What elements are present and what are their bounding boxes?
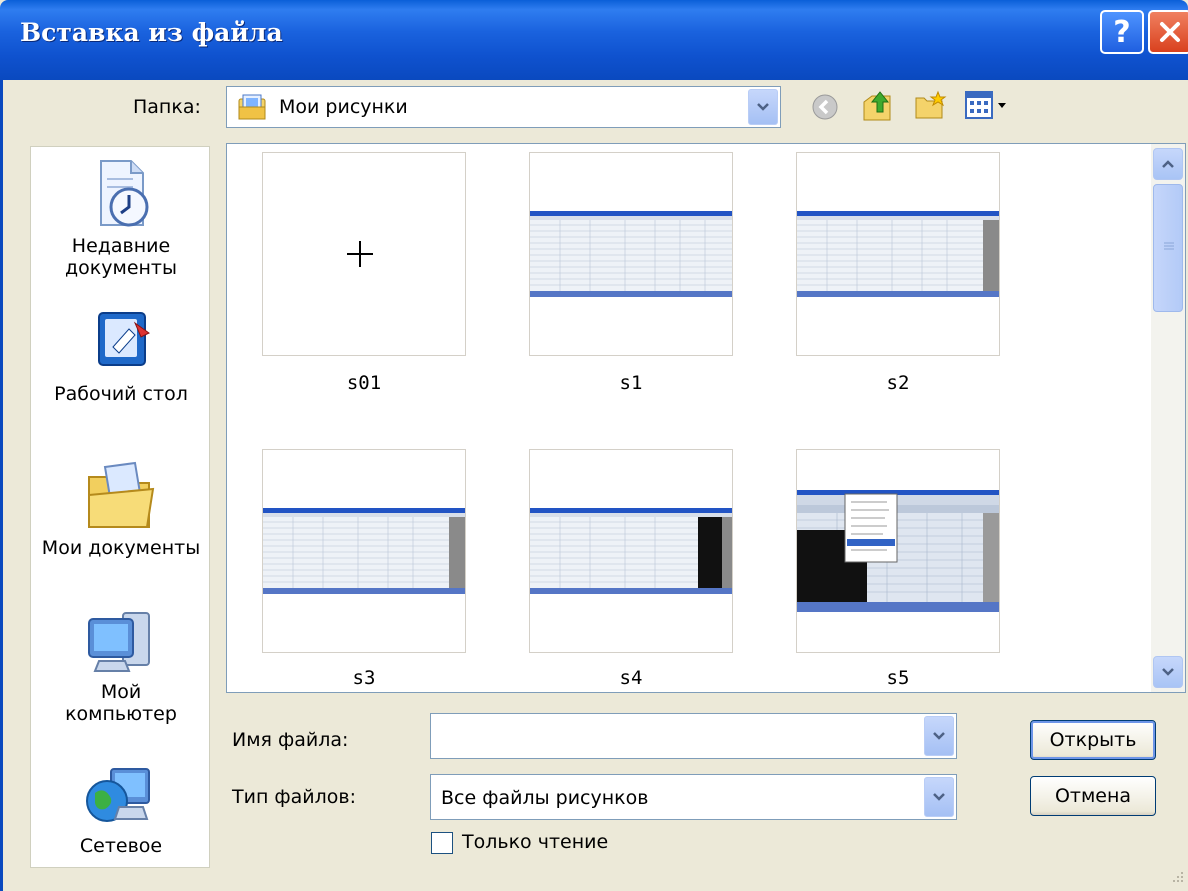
help-button[interactable]: ? [1100, 10, 1144, 54]
readonly-label[interactable]: Только чтение [462, 831, 608, 853]
crosshair-icon [347, 241, 373, 267]
file-thumbnail[interactable] [796, 449, 1000, 653]
vertical-scrollbar[interactable] [1151, 144, 1185, 692]
filename-label: Имя файла: [232, 729, 349, 751]
file-name[interactable]: s1 [529, 372, 733, 394]
spreadsheet-screenshot-image [263, 508, 465, 594]
grip-icon [1164, 242, 1174, 250]
file-thumbnail[interactable] [529, 449, 733, 653]
title-bar: Вставка из файла ? [0, 0, 1188, 80]
folder-value: Мои рисунки [279, 96, 408, 118]
open-button[interactable]: Открыть [1030, 720, 1156, 760]
back-icon[interactable] [810, 92, 840, 122]
chevron-down-icon [1162, 668, 1174, 676]
chevron-down-icon [933, 793, 945, 801]
folder-combo[interactable]: Мои рисунки [226, 86, 781, 128]
place-my-computer[interactable]: Мой компьютер [31, 605, 209, 725]
file-name[interactable]: s4 [529, 667, 733, 689]
file-thumbnail[interactable] [529, 152, 733, 356]
place-my-documents[interactable]: Мои документы [31, 459, 209, 559]
file-name[interactable]: s3 [262, 667, 466, 689]
resize-grip-icon[interactable] [1168, 868, 1186, 886]
places-bar: Недавние документы Рабочий стол Мои доку… [30, 146, 210, 868]
scroll-up-button[interactable] [1153, 148, 1183, 180]
place-my-computer-label-2: компьютер [65, 703, 177, 725]
file-name[interactable]: s5 [796, 667, 1000, 689]
place-desktop-label: Рабочий стол [54, 383, 188, 405]
desktop-icon [98, 312, 150, 366]
folder-dropdown-button[interactable] [748, 89, 778, 125]
view-menu-icon[interactable] [964, 90, 1010, 120]
filetype-value: Все файлы рисунков [441, 787, 649, 809]
place-my-documents-label: Мои документы [41, 537, 201, 559]
my-documents-icon [88, 461, 155, 528]
filetype-select[interactable]: Все файлы рисунков [430, 774, 957, 820]
place-desktop[interactable]: Рабочий стол [31, 307, 209, 405]
file-thumbnail[interactable] [262, 152, 466, 356]
up-folder-icon[interactable] [860, 88, 894, 124]
cancel-button[interactable]: Отмена [1030, 776, 1156, 816]
place-my-computer-label-1: Мой [100, 681, 142, 703]
my-computer-icon [88, 612, 150, 672]
chevron-up-icon [1162, 160, 1174, 168]
place-network[interactable]: Сетевое [31, 763, 209, 857]
filetype-label: Тип файлов: [232, 786, 357, 808]
filename-dropdown-button[interactable] [924, 716, 954, 756]
close-icon [1160, 22, 1180, 42]
folder-label: Папка: [133, 96, 201, 118]
new-folder-icon[interactable] [914, 90, 948, 122]
place-recent-label-2: документы [65, 257, 177, 279]
recent-documents-icon [100, 160, 149, 227]
filename-input[interactable] [430, 713, 957, 759]
scroll-down-button[interactable] [1153, 656, 1183, 688]
close-button[interactable] [1148, 10, 1188, 54]
spreadsheet-menu-screenshot-image [797, 490, 999, 612]
spreadsheet-screenshot-image [530, 508, 732, 594]
scrollbar-thumb[interactable] [1153, 184, 1183, 312]
file-list-view[interactable]: s01 s1 s2 s3 s4 s5 [226, 143, 1186, 693]
help-icon: ? [1113, 14, 1131, 50]
place-recent-documents[interactable]: Недавние документы [31, 157, 209, 279]
place-network-label: Сетевое [79, 835, 163, 857]
file-name[interactable]: s2 [796, 372, 1000, 394]
network-icon [86, 768, 150, 822]
pictures-folder-icon [238, 94, 266, 120]
chevron-down-icon [757, 103, 769, 111]
spreadsheet-screenshot-image [797, 211, 999, 297]
chevron-down-icon [933, 732, 945, 740]
window-title: Вставка из файла [20, 18, 283, 47]
place-recent-label-1: Недавние [71, 235, 171, 257]
file-name[interactable]: s01 [262, 372, 466, 394]
spreadsheet-screenshot-image [530, 211, 732, 297]
filetype-dropdown-button[interactable] [924, 777, 954, 817]
file-thumbnail[interactable] [796, 152, 1000, 356]
readonly-checkbox[interactable] [431, 832, 453, 854]
file-thumbnail[interactable] [262, 449, 466, 653]
